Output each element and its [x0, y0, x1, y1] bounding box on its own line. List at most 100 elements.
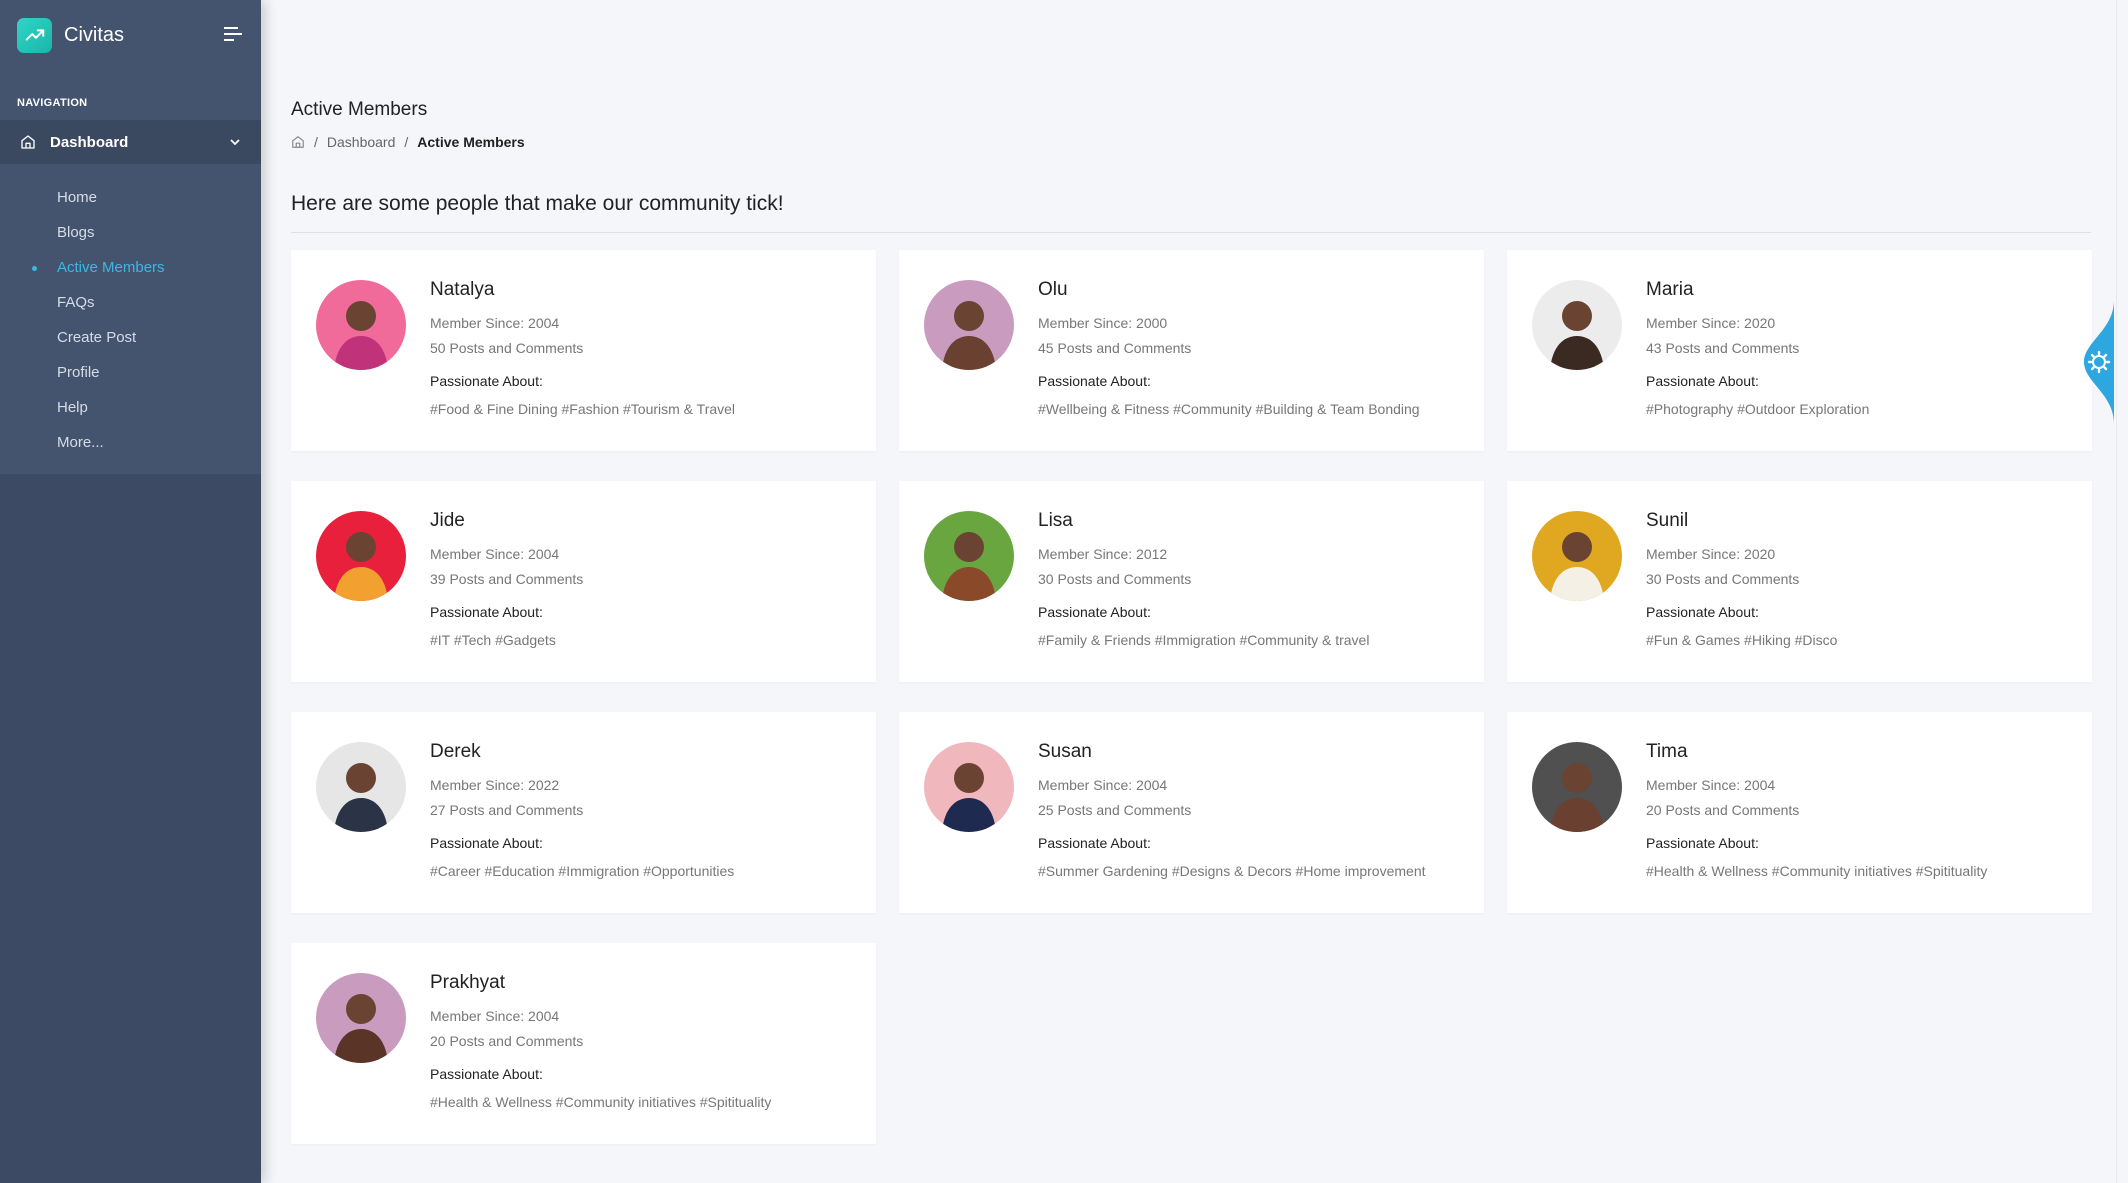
sidebar-item-create-post[interactable]: Create Post [0, 320, 261, 355]
member-name[interactable]: Lisa [1038, 510, 1464, 532]
menu-toggle-icon[interactable] [224, 26, 242, 47]
member-info: Jide Member Since: 2004 39 Posts and Comme… [430, 510, 856, 650]
sidebar-item-blogs[interactable]: Blogs [0, 215, 261, 250]
member-since: Member Since: 2022 [430, 777, 560, 793]
dashboard-submenu: Home Blogs Active Members FAQs Create Po… [0, 164, 261, 460]
settings-tab[interactable] [2080, 300, 2114, 424]
member-since: Member Since: 2020 [1646, 315, 1776, 331]
member-posts: 39 Posts and Comments [430, 571, 584, 587]
avatar[interactable] [924, 742, 1014, 832]
sidebar-item-profile[interactable]: Profile [0, 355, 261, 390]
member-posts: 30 Posts and Comments [1646, 571, 1800, 587]
member-card[interactable]: Jide Member Since: 2004 39 Posts and Comme… [291, 481, 876, 682]
member-posts: 25 Posts and Comments [1038, 802, 1192, 818]
member-name[interactable]: Olu [1038, 279, 1464, 301]
member-posts: 27 Posts and Comments [430, 802, 584, 818]
member-info: Natalya Member Since: 2004 50 Posts and Co… [430, 279, 856, 419]
member-name[interactable]: Jide [430, 510, 856, 532]
member-tags: #Career #Education #Immigration #Opportu… [430, 863, 735, 879]
member-since: Member Since: 2012 [1038, 546, 1168, 562]
chevron-down-icon[interactable] [229, 136, 241, 148]
breadcrumb-current: Active Members [417, 134, 525, 150]
nav-caption: NAVIGATION [17, 97, 88, 109]
member-card[interactable]: Olu Member Since: 2000 45 Posts and Commen… [899, 250, 1484, 451]
member-name[interactable]: Sunil [1646, 510, 2072, 532]
passionate-label: Passionate About: [1038, 373, 1151, 389]
avatar[interactable] [316, 511, 406, 601]
passionate-label: Passionate About: [1038, 835, 1151, 851]
member-name[interactable]: Maria [1646, 279, 2072, 301]
member-info: Olu Member Since: 2000 45 Posts and Commen… [1038, 279, 1464, 419]
breadcrumb-dashboard[interactable]: Dashboard [327, 134, 396, 150]
passionate-label: Passionate About: [1646, 835, 1759, 851]
home-icon[interactable] [291, 135, 305, 149]
avatar[interactable] [1532, 742, 1622, 832]
divider [291, 232, 2091, 233]
member-name[interactable]: Derek [430, 741, 856, 763]
member-card[interactable]: Derek Member Since: 2022 27 Posts and Comm… [291, 712, 876, 913]
member-since: Member Since: 2000 [1038, 315, 1168, 331]
avatar[interactable] [924, 511, 1014, 601]
member-info: Sunil Member Since: 2020 30 Posts and Comm… [1646, 510, 2072, 650]
sidebar-item-more[interactable]: More... [0, 425, 261, 460]
member-info: Lisa Member Since: 2012 30 Posts and Comme… [1038, 510, 1464, 650]
member-card[interactable]: Sunil Member Since: 2020 30 Posts and Comm… [1507, 481, 2092, 682]
sidebar-item-help[interactable]: Help [0, 390, 261, 425]
member-card[interactable]: Maria Member Since: 2020 43 Posts and Comm… [1507, 250, 2092, 451]
member-info: Derek Member Since: 2022 27 Posts and Comm… [430, 741, 856, 881]
sidebar-item-faqs[interactable]: FAQs [0, 285, 261, 320]
page-title: Active Members [291, 99, 428, 120]
avatar[interactable] [316, 973, 406, 1063]
sidebar-panel: Civitas NAVIGATION Dashboard Home Blogs … [0, 0, 261, 474]
avatar[interactable] [316, 280, 406, 370]
member-name[interactable]: Tima [1646, 741, 2072, 763]
avatar[interactable] [316, 742, 406, 832]
member-tags: #IT #Tech #Gadgets [430, 632, 556, 648]
member-card[interactable]: Susan Member Since: 2004 25 Posts and Comm… [899, 712, 1484, 913]
breadcrumb-separator: / [314, 134, 318, 150]
breadcrumb-separator: / [404, 134, 409, 150]
member-tags: #Family & Friends #Immigration #Communit… [1038, 632, 1370, 648]
avatar[interactable] [1532, 511, 1622, 601]
sidebar-item-home[interactable]: Home [0, 180, 261, 215]
member-tags: #Summer Gardening #Designs & Decors #Hom… [1038, 863, 1426, 879]
scrollbar[interactable] [2116, 0, 2128, 1183]
passionate-label: Passionate About: [430, 1066, 543, 1082]
member-card[interactable]: Natalya Member Since: 2004 50 Posts and Co… [291, 250, 876, 451]
member-since: Member Since: 2020 [1646, 546, 1776, 562]
passionate-label: Passionate About: [430, 604, 543, 620]
member-name[interactable]: Natalya [430, 279, 856, 301]
member-card[interactable]: Tima Member Since: 2004 20 Posts and Comme… [1507, 712, 2092, 913]
passionate-label: Passionate About: [430, 835, 543, 851]
member-since: Member Since: 2004 [1646, 777, 1776, 793]
member-card[interactable]: Prakhyat Member Since: 2004 20 Posts and C… [291, 943, 876, 1144]
member-info: Prakhyat Member Since: 2004 20 Posts and C… [430, 972, 856, 1112]
nav-dashboard[interactable]: Dashboard [0, 120, 261, 164]
member-since: Member Since: 2004 [430, 315, 560, 331]
avatar[interactable] [1532, 280, 1622, 370]
avatar[interactable] [924, 280, 1014, 370]
member-posts: 45 Posts and Comments [1038, 340, 1192, 356]
member-tags: #Health & Wellness #Community initiative… [1646, 863, 1988, 879]
member-posts: 20 Posts and Comments [1646, 802, 1800, 818]
member-tags: #Health & Wellness #Community initiative… [430, 1094, 772, 1110]
member-since: Member Since: 2004 [430, 546, 560, 562]
intro-heading: Here are some people that make our commu… [291, 192, 784, 215]
member-posts: 43 Posts and Comments [1646, 340, 1800, 356]
member-tags: #Fun & Games #Hiking #Disco [1646, 632, 1838, 648]
member-name[interactable]: Prakhyat [430, 972, 856, 994]
member-posts: 30 Posts and Comments [1038, 571, 1192, 587]
member-card[interactable]: Lisa Member Since: 2012 30 Posts and Comme… [899, 481, 1484, 682]
member-name[interactable]: Susan [1038, 741, 1464, 763]
member-info: Susan Member Since: 2004 25 Posts and Comm… [1038, 741, 1464, 881]
passionate-label: Passionate About: [1646, 604, 1759, 620]
passionate-label: Passionate About: [1646, 373, 1759, 389]
brand[interactable]: Civitas [0, 0, 261, 70]
passionate-label: Passionate About: [430, 373, 543, 389]
member-tags: #Food & Fine Dining #Fashion #Tourism & … [430, 401, 736, 417]
brand-name: Civitas [64, 23, 125, 46]
sidebar-item-active-members[interactable]: Active Members [0, 250, 261, 285]
member-posts: 50 Posts and Comments [430, 340, 584, 356]
nav-dashboard-label: Dashboard [50, 133, 129, 151]
passionate-label: Passionate About: [1038, 604, 1151, 620]
